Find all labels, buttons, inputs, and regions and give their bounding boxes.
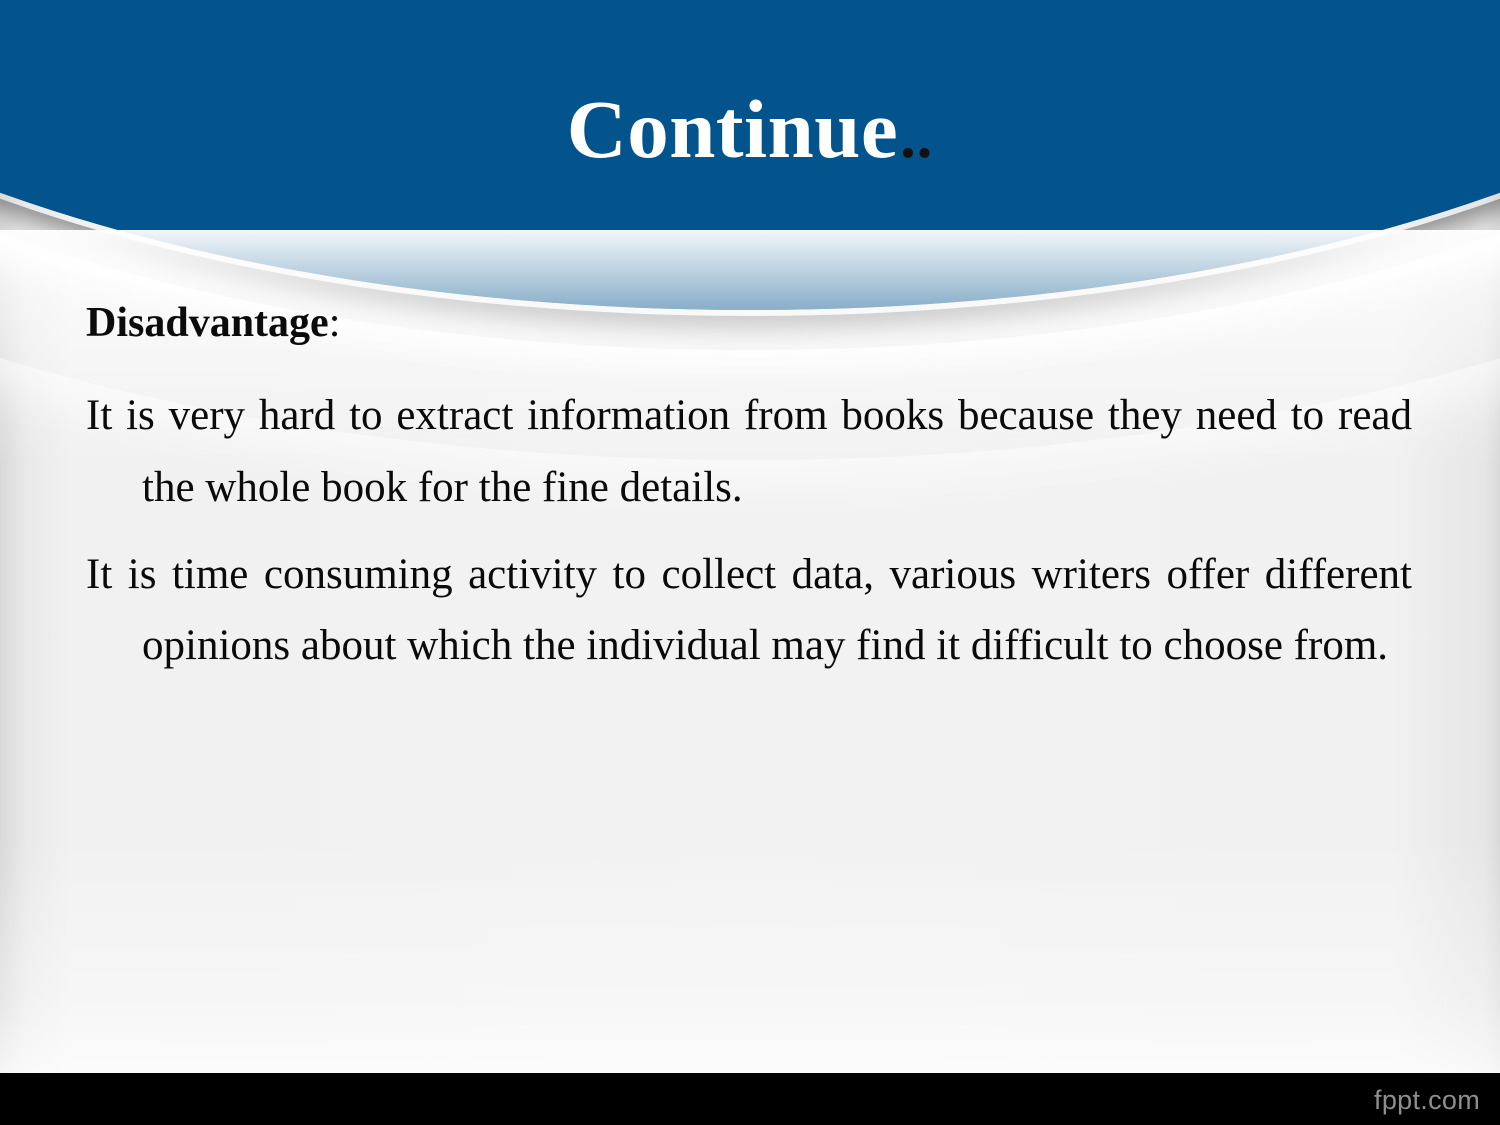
footer-bar: fppt.com [0,1073,1500,1125]
section-heading-colon: : [328,300,341,346]
section-heading: Disadvantage: [86,300,1412,346]
fppt-watermark: fppt.com [1374,1085,1480,1115]
presentation-slide: Continue.. Disadvantage: It is very hard… [0,0,1500,1125]
section-heading-label: Disadvantage [86,300,329,346]
slide-title-ellipsis: .. [900,103,934,171]
slide-title-text: Continue [566,83,899,175]
slide-title: Continue.. [0,88,1500,171]
body-paragraph-1: It is very hard to extract information f… [86,392,1412,511]
slide-body: Disadvantage: It is very hard to extract… [86,300,1412,682]
body-paragraph-2: It is time consuming activity to collect… [86,550,1412,670]
